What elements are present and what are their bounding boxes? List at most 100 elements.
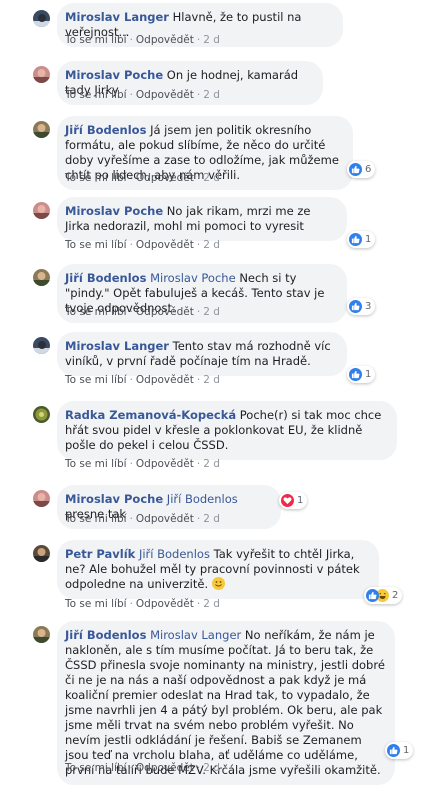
separator: ·	[196, 598, 201, 610]
comment-actions: To se mi líbí · Odpovědět · 2 d	[65, 172, 220, 184]
comment-actions: To se mi líbí · Odpovědět · 2 d	[65, 598, 220, 610]
like-link[interactable]: To se mi líbí	[65, 89, 127, 101]
avatar[interactable]	[33, 406, 50, 423]
comment-author[interactable]: Radka Zemanová-Kopecká	[65, 408, 236, 422]
comment-author[interactable]: Jiří Bodenlos	[65, 628, 146, 642]
mention-link[interactable]: Miroslav Langer	[150, 628, 241, 642]
reply-link[interactable]: Odpovědět	[136, 239, 194, 251]
like-link[interactable]: To se mi líbí	[65, 239, 127, 251]
reaction-count: 1	[365, 234, 372, 245]
like-link[interactable]: To se mi líbí	[65, 34, 127, 46]
avatar[interactable]	[33, 66, 50, 83]
comment-actions: To se mi líbí · Odpovědět · 2 d	[65, 513, 220, 525]
reply-link[interactable]: Odpovědět	[136, 762, 194, 774]
like-link[interactable]: To se mi líbí	[65, 374, 127, 386]
separator: ·	[129, 172, 133, 184]
reaction-badge[interactable]: 1	[347, 231, 376, 248]
reaction-badge[interactable]: 1	[279, 492, 308, 509]
comment-author[interactable]: Petr Pavlík	[65, 547, 135, 561]
like-reaction-icon	[366, 589, 379, 602]
timestamp[interactable]: 2 d	[203, 239, 220, 251]
comment-author[interactable]: Miroslav Poche	[65, 68, 163, 82]
reply-link[interactable]: Odpovědět	[136, 34, 194, 46]
mention-link[interactable]: Jiří Bodenlos	[139, 547, 210, 561]
reaction-badge[interactable]: 1	[385, 742, 414, 759]
timestamp[interactable]: 2 d	[203, 513, 220, 525]
reaction-count: 2	[392, 590, 399, 601]
separator: ·	[196, 172, 201, 184]
smile-emoji-icon	[211, 577, 225, 590]
like-link[interactable]: To se mi líbí	[65, 513, 127, 525]
like-reaction-icon	[349, 368, 362, 381]
comment-bubble: Miroslav Langer Tento stav má rozhodně v…	[57, 332, 347, 376]
like-link[interactable]: To se mi líbí	[65, 306, 127, 318]
separator: ·	[129, 89, 133, 101]
like-reaction-icon	[349, 300, 362, 313]
reply-link[interactable]: Odpovědět	[136, 306, 194, 318]
timestamp[interactable]: 2 d	[203, 374, 220, 386]
comment-author[interactable]: Miroslav Langer	[65, 10, 169, 24]
reply-link[interactable]: Odpovědět	[136, 458, 194, 470]
reaction-count: 6	[365, 164, 372, 175]
comment-author[interactable]: Miroslav Poche	[65, 492, 163, 506]
separator: ·	[129, 458, 133, 470]
mention-link[interactable]: Jiří Bodenlos	[167, 492, 238, 506]
comment-author[interactable]: Miroslav Langer	[65, 339, 169, 353]
timestamp[interactable]: 2 d	[203, 762, 220, 774]
comment-actions: To se mi líbí · Odpovědět · 2 d	[65, 306, 220, 318]
avatar[interactable]	[33, 202, 50, 219]
separator: ·	[196, 306, 201, 318]
separator: ·	[196, 513, 201, 525]
reply-link[interactable]: Odpovědět	[136, 374, 194, 386]
comment-bubble: Radka Zemanová-Kopecká Poche(r) si tak m…	[57, 401, 397, 460]
timestamp[interactable]: 2 d	[203, 89, 220, 101]
avatar[interactable]	[33, 626, 50, 643]
separator: ·	[196, 34, 201, 46]
timestamp[interactable]: 2 d	[203, 458, 220, 470]
avatar[interactable]	[33, 337, 50, 354]
separator: ·	[129, 34, 133, 46]
reaction-count: 1	[403, 745, 410, 756]
like-link[interactable]: To se mi líbí	[65, 762, 127, 774]
heart-reaction-icon	[281, 494, 294, 507]
timestamp[interactable]: 2 d	[203, 34, 220, 46]
comment-author[interactable]: Jiří Bodenlos	[65, 271, 146, 285]
comment-author[interactable]: Jiří Bodenlos	[65, 123, 146, 137]
timestamp[interactable]: 2 d	[203, 306, 220, 318]
reaction-badge[interactable]: 6	[347, 161, 376, 178]
avatar[interactable]	[33, 10, 50, 27]
mention-link[interactable]: Miroslav Poche	[150, 271, 236, 285]
avatar[interactable]	[33, 490, 50, 507]
separator: ·	[129, 239, 133, 251]
comment-bubble: Petr Pavlík Jiří Bodenlos Tak vyřešit to…	[57, 540, 379, 599]
reaction-badge[interactable]: 2	[364, 587, 403, 604]
comment-actions: To se mi líbí · Odpovědět · 2 d	[65, 239, 220, 251]
reaction-badge[interactable]: 3	[347, 298, 376, 315]
avatar[interactable]	[33, 545, 50, 562]
separator: ·	[196, 458, 201, 470]
reply-link[interactable]: Odpovědět	[136, 89, 194, 101]
reply-link[interactable]: Odpovědět	[136, 598, 194, 610]
comment-actions: To se mi líbí · Odpovědět · 2 d	[65, 34, 220, 46]
comment-actions: To se mi líbí · Odpovědět · 2 d	[65, 89, 220, 101]
like-link[interactable]: To se mi líbí	[65, 458, 127, 470]
reaction-badge[interactable]: 1	[347, 366, 376, 383]
like-link[interactable]: To se mi líbí	[65, 172, 127, 184]
comment-author[interactable]: Miroslav Poche	[65, 204, 163, 218]
separator: ·	[196, 89, 201, 101]
comment-bubble: Jiří Bodenlos Miroslav Langer No neříkám…	[57, 621, 395, 785]
avatar[interactable]	[33, 121, 50, 138]
separator: ·	[129, 374, 133, 386]
comment-actions: To se mi líbí · Odpovědět · 2 d	[65, 458, 220, 470]
reply-link[interactable]: Odpovědět	[136, 172, 194, 184]
like-reaction-icon	[349, 163, 362, 176]
avatar[interactable]	[33, 269, 50, 286]
reaction-count: 1	[297, 495, 304, 506]
timestamp[interactable]: 2 d	[203, 172, 220, 184]
timestamp[interactable]: 2 d	[203, 598, 220, 610]
comment-actions: To se mi líbí · Odpovědět · 2 d	[65, 374, 220, 386]
like-reaction-icon	[387, 744, 400, 757]
comment-bubble: Miroslav Poche No jak rikam, mrzi me ze …	[57, 197, 347, 241]
reply-link[interactable]: Odpovědět	[136, 513, 194, 525]
like-link[interactable]: To se mi líbí	[65, 598, 127, 610]
